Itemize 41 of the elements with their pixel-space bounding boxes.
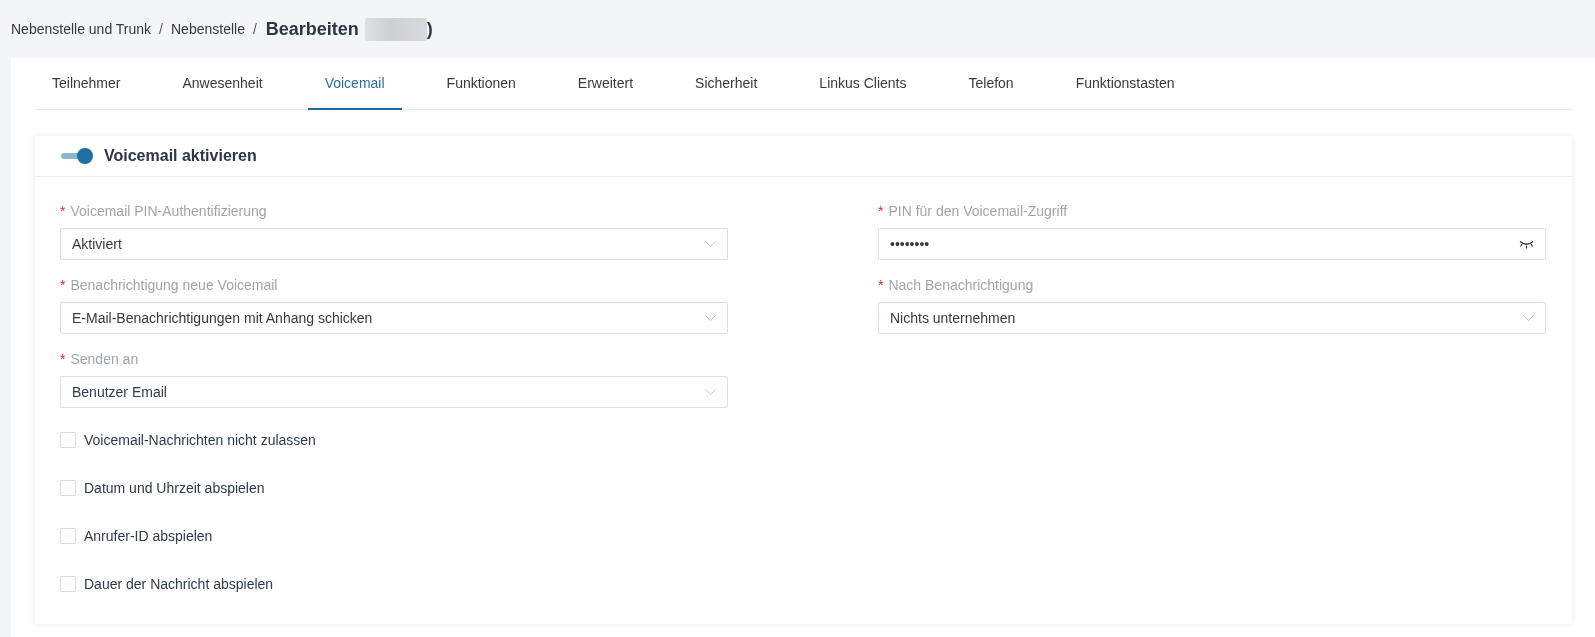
- chevron-down-icon: [705, 389, 716, 395]
- checkbox-label[interactable]: Datum und Uhrzeit abspielen: [84, 480, 265, 496]
- checkbox[interactable]: [60, 576, 76, 592]
- chevron-down-icon: [705, 315, 716, 321]
- breadcrumb-separator: /: [159, 21, 163, 37]
- checkbox-label[interactable]: Anrufer-ID abspielen: [84, 528, 213, 544]
- toggle-switch[interactable]: [61, 148, 93, 164]
- select-field[interactable]: Aktiviert: [60, 228, 728, 260]
- select-field[interactable]: E-Mail-Benachrichtigungen mit Anhang schicken: [60, 302, 728, 334]
- chevron-down-icon: [1523, 315, 1534, 321]
- tab[interactable]: Anwesenheit: [165, 58, 280, 110]
- field-label: * Voicemail PIN-Authentifizierung: [60, 202, 268, 221]
- tab[interactable]: Voicemail: [307, 58, 402, 110]
- tab[interactable]: Erweitert: [560, 58, 651, 110]
- select-field[interactable]: Benutzer Email: [60, 376, 728, 408]
- redacted-block: [364, 17, 427, 41]
- title-parenthesis: ): [426, 18, 433, 40]
- checkbox-label[interactable]: Voicemail-Nachrichten nicht zulassen: [84, 432, 316, 448]
- tab[interactable]: Funktionen: [429, 58, 533, 110]
- checkbox[interactable]: [60, 432, 76, 448]
- field-label: * Nach Benachrichtigung: [878, 276, 1035, 295]
- field-label: * Benachrichtigung neue Voicemail: [60, 276, 279, 295]
- closed-eye-icon[interactable]: [1519, 239, 1534, 249]
- checkbox-label[interactable]: Dauer der Nachricht abspielen: [84, 576, 274, 592]
- breadcrumb-link[interactable]: Nebenstelle und Trunk: [11, 21, 152, 37]
- breadcrumb-separator: /: [252, 21, 257, 37]
- select-field[interactable]: Nichts unternehmen: [878, 302, 1546, 334]
- password-field[interactable]: ••••••••: [878, 228, 1546, 260]
- field-label: * PIN für den Voicemail-Zugriff: [878, 202, 1069, 221]
- section-title: Voicemail aktivieren: [104, 147, 257, 165]
- checkbox[interactable]: [60, 480, 76, 496]
- tab[interactable]: Telefon: [951, 58, 1031, 110]
- checkbox[interactable]: [60, 528, 76, 544]
- field-label: * Senden an: [60, 350, 140, 369]
- chevron-down-icon: [705, 241, 716, 247]
- tab[interactable]: Funktionstasten: [1058, 58, 1192, 110]
- tab[interactable]: Linkus Clients: [802, 58, 924, 110]
- breadcrumb-link[interactable]: Nebenstelle: [171, 21, 245, 37]
- tab[interactable]: Sicherheit: [678, 58, 775, 110]
- tab[interactable]: Teilnehmer: [35, 58, 138, 110]
- page-title: Bearbeiten: [265, 18, 359, 40]
